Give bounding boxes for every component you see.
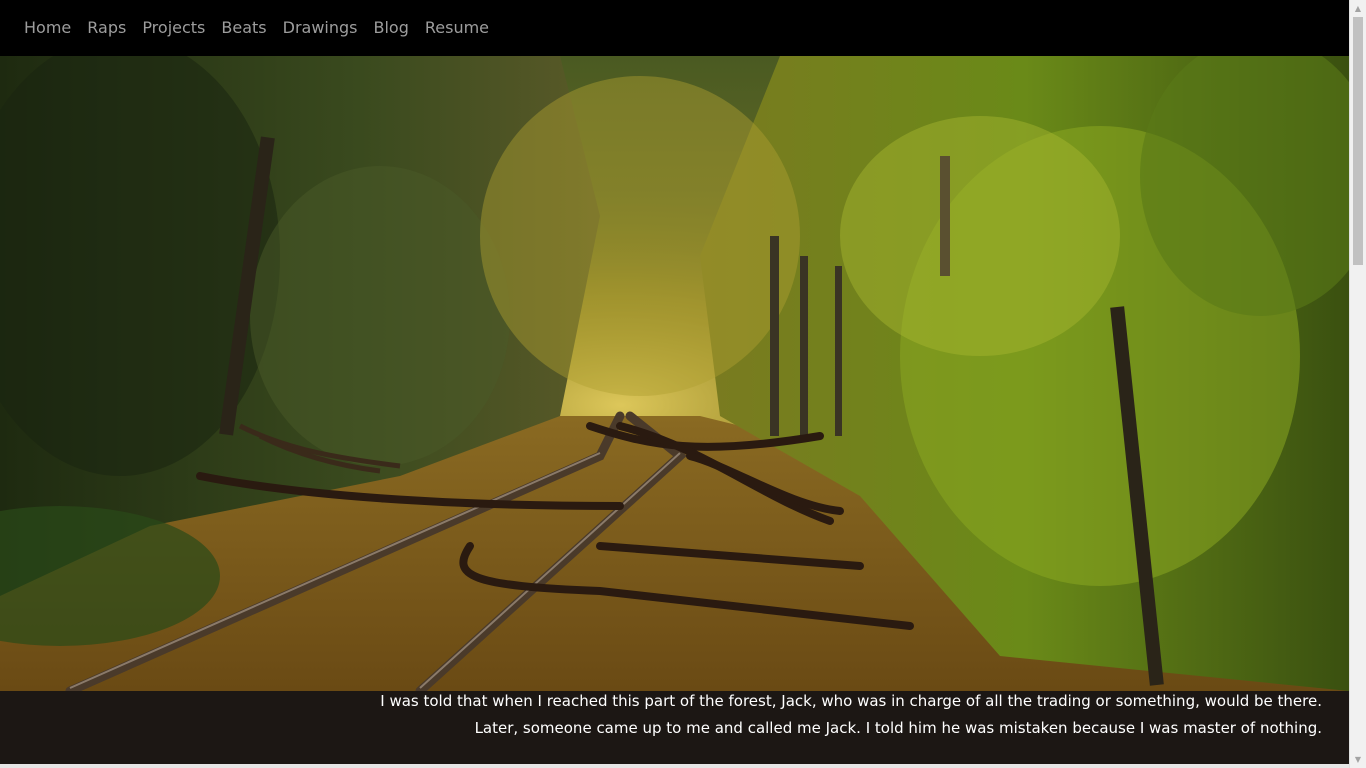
vertical-scrollbar[interactable]: ▲ ▼ [1349, 0, 1366, 768]
nav-link-projects[interactable]: Projects [134, 0, 213, 56]
page-bottom-edge [0, 764, 1349, 768]
top-navbar: Home Raps Projects Beats Drawings Blog R… [0, 0, 1349, 56]
image-caption: I was told that when I reached this part… [0, 691, 1349, 764]
nav-link-home[interactable]: Home [16, 0, 79, 56]
scrollbar-thumb[interactable] [1353, 17, 1363, 265]
caption-line-1: I was told that when I reached this part… [380, 692, 1322, 710]
hero-image [0, 56, 1349, 691]
forest-railway-illustration [0, 56, 1349, 691]
nav-link-raps[interactable]: Raps [79, 0, 134, 56]
nav-link-blog[interactable]: Blog [366, 0, 417, 56]
caption-line-2: Later, someone came up to me and called … [474, 719, 1322, 737]
chevron-down-icon[interactable]: ▼ [1350, 751, 1366, 768]
nav-link-resume[interactable]: Resume [417, 0, 497, 56]
nav-link-drawings[interactable]: Drawings [275, 0, 366, 56]
page: Home Raps Projects Beats Drawings Blog R… [0, 0, 1366, 768]
nav-link-beats[interactable]: Beats [213, 0, 274, 56]
chevron-up-icon[interactable]: ▲ [1350, 0, 1366, 17]
